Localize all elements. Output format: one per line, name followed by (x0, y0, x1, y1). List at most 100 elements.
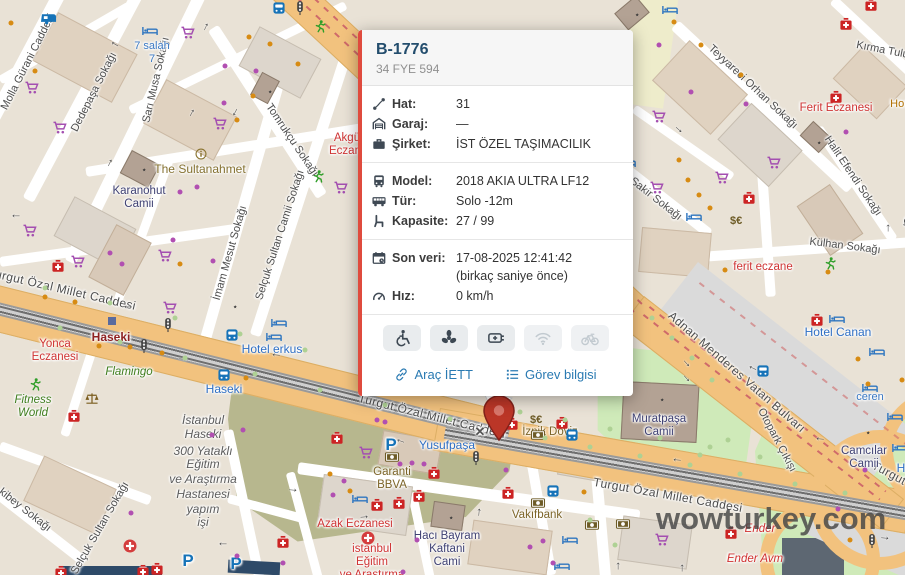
tree-dot (43, 286, 48, 291)
poi-dot (171, 238, 176, 243)
poi-dot (551, 561, 556, 566)
poi-dot (235, 554, 240, 559)
poi-dot (699, 43, 704, 48)
poi-dot (222, 101, 227, 106)
poi-dot (686, 178, 691, 183)
bed-icon (554, 561, 570, 571)
cart-icon (334, 182, 349, 195)
field-row-model: Model: 2018 AKIA ULTRA LF12 (372, 171, 623, 191)
briefcase-icon (372, 135, 388, 151)
field-label: Kapasite: (392, 212, 456, 230)
calendar-clock-icon (372, 249, 388, 265)
street (200, 50, 293, 341)
map-label: 300 Yataklı (174, 444, 233, 458)
tree-dot (238, 332, 243, 337)
poi-dot (582, 490, 587, 495)
poi-dot (541, 539, 546, 544)
field-row-sonveri: Son veri: 17-08-2025 12:41:42 (birkaç sa… (372, 248, 623, 286)
arac-iett-link[interactable]: Araç İETT (394, 367, 473, 382)
field-row-garaj: Garaj: — (372, 114, 623, 134)
exchange-icon (529, 413, 549, 425)
poi-dot (697, 193, 702, 198)
gorev-bilgisi-link[interactable]: Görev bilgisi (505, 367, 597, 382)
poi-dot (296, 62, 301, 67)
vehicle-popup: B-1776 34 FYE 594 Hat: 31 Garaj: — Şirke… (358, 30, 633, 396)
field-label: Model: (392, 172, 456, 190)
poi-dot (677, 158, 682, 163)
poi-dot (235, 118, 240, 123)
cart-icon (25, 82, 40, 95)
poi-dot (348, 489, 353, 494)
map-label: Eğitim (186, 457, 219, 471)
poi-dot (120, 262, 125, 267)
poi-dot (178, 190, 183, 195)
poi-dot (866, 382, 871, 387)
poi-dot (504, 468, 509, 473)
oneway-arrow-icon: → (10, 211, 22, 225)
vehicle-pin-marker[interactable] (476, 388, 520, 446)
poi-dot (331, 493, 336, 498)
tree-dot (690, 356, 695, 361)
pharmacy-icon (830, 91, 843, 104)
tree-dot (58, 326, 63, 331)
poi-dot (826, 270, 831, 275)
map-label: Fitness (14, 394, 51, 406)
map-label: Eczanesi (32, 351, 79, 363)
task-list-icon (505, 367, 520, 382)
field-row-tur: Tür: Solo -12m (372, 191, 623, 211)
tree-dot (318, 388, 323, 393)
relative-time: (birkaç saniye önce) (456, 267, 572, 285)
cross-icon (123, 539, 137, 553)
speedometer-icon (372, 287, 388, 303)
map-label: Hastanesi (176, 487, 229, 501)
field-label: Hat: (392, 95, 456, 113)
field-label: Tür: (392, 192, 456, 210)
poi-dot (744, 102, 749, 107)
link-label: Araç İETT (414, 367, 473, 382)
field-row-hat: Hat: 31 (372, 94, 623, 114)
poi-dot (844, 130, 849, 135)
seat-icon (372, 212, 388, 228)
wheelchair-icon (383, 325, 421, 351)
runner-icon (29, 378, 41, 392)
field-row-sirket: Şirket: İST ÖZEL TAŞIMACILIK (372, 134, 623, 154)
poi-dot (195, 185, 200, 190)
poi-dot (856, 357, 861, 362)
poi-dot (328, 472, 333, 477)
vehicle-id: B-1776 (376, 41, 617, 59)
poi-dot (708, 206, 713, 211)
poi-dot (178, 262, 183, 267)
map-label: World (18, 407, 48, 419)
tree-dot (708, 445, 713, 450)
watermark: wowturkey.com (656, 501, 886, 537)
building-block (228, 560, 281, 575)
field-row-kapasite: Kapasite: 27 / 99 (372, 211, 623, 231)
mosque-icon (225, 300, 238, 315)
poi-dot (672, 20, 677, 25)
cart-icon (23, 225, 38, 238)
building-block (430, 501, 465, 531)
tree-dot (650, 316, 655, 321)
tree-dot (608, 427, 613, 432)
bus-icon (226, 329, 239, 342)
field-value: 27 / 99 (456, 212, 494, 230)
poi-dot (415, 538, 420, 543)
tree-dot (588, 445, 593, 450)
tree-dot (118, 340, 123, 345)
poi-dot (863, 468, 868, 473)
map-canvas[interactable]: Molla Gürani CaddesiDedepaşa SokağıSarı … (0, 0, 905, 575)
map-label: P (182, 551, 193, 571)
field-value: 31 (456, 95, 470, 113)
poi-dot (375, 418, 380, 423)
cart-icon (158, 250, 173, 263)
map-label: Eczan (329, 145, 361, 157)
pharmacy-icon (277, 536, 290, 549)
tree-dot (738, 472, 743, 477)
tree-dot (383, 403, 388, 408)
section-telemetry: Son veri: 17-08-2025 12:41:42 (birkaç sa… (358, 240, 633, 315)
tree-dot (793, 482, 798, 487)
map-label: yapım (187, 502, 220, 516)
field-value: 2018 AKIA ULTRA LF12 (456, 172, 589, 190)
poi-dot (739, 73, 744, 78)
field-row-hiz: Hız: 0 km/h (372, 286, 623, 306)
